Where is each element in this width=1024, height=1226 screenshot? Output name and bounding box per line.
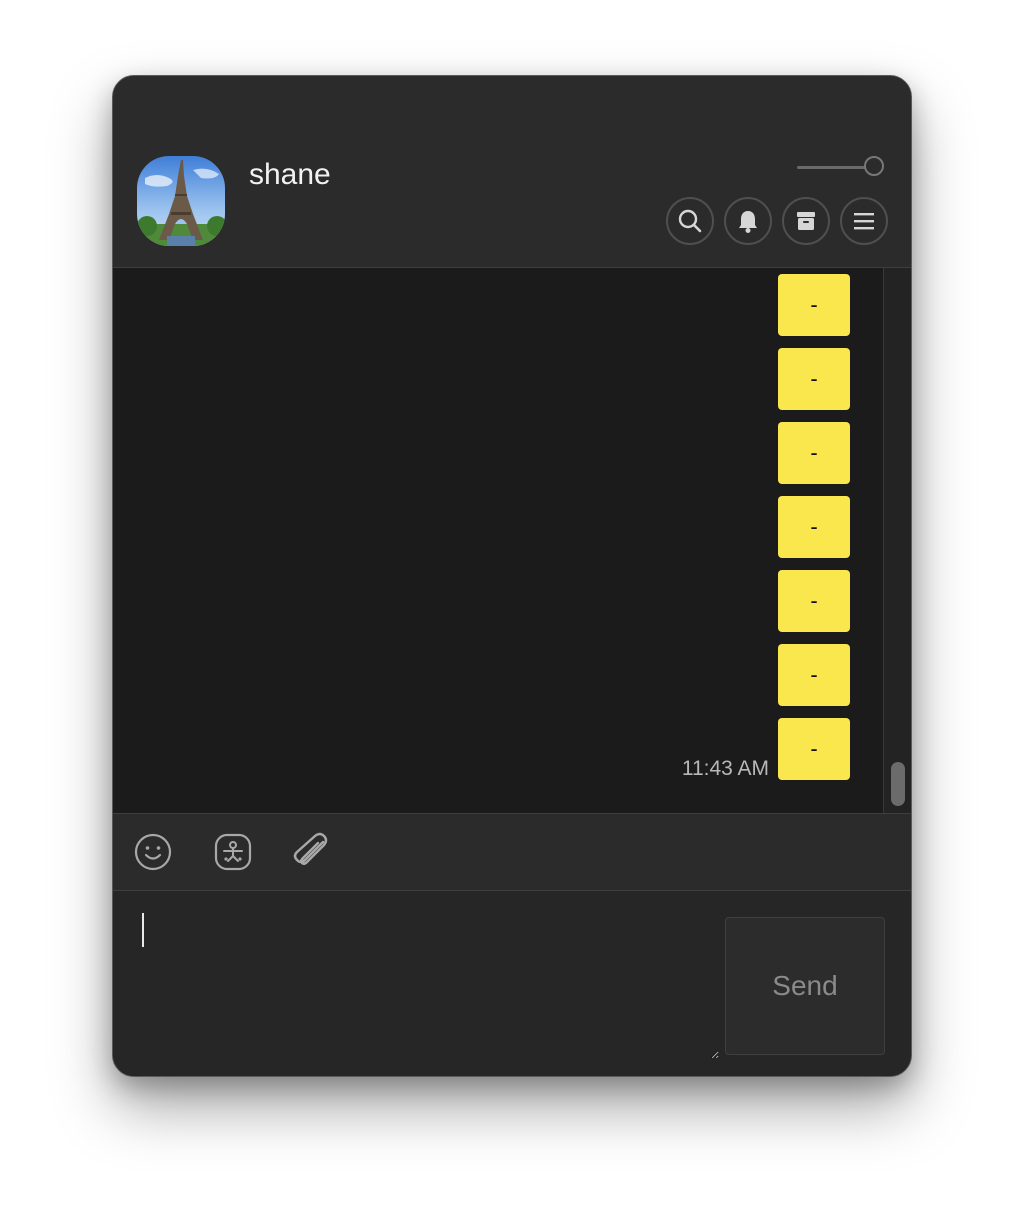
emoji-button[interactable] — [133, 832, 173, 872]
scrollbar-thumb[interactable] — [891, 762, 905, 806]
menu-button[interactable] — [840, 197, 888, 245]
message-bubble[interactable]: - — [778, 644, 850, 706]
message-bubble[interactable]: - — [778, 570, 850, 632]
attach-button[interactable] — [291, 832, 331, 872]
message-input[interactable] — [135, 905, 719, 1059]
emoji-icon — [134, 833, 172, 871]
sticker-icon — [214, 833, 252, 871]
bell-icon — [739, 211, 757, 233]
message-bubble[interactable]: - — [778, 348, 850, 410]
message-list[interactable]: - - - - - - - — [113, 268, 883, 813]
text-cursor — [142, 913, 144, 947]
notifications-button[interactable] — [724, 197, 772, 245]
paperclip-icon — [293, 832, 328, 865]
message-bubble[interactable]: - — [778, 274, 850, 336]
avatar[interactable] — [137, 156, 225, 246]
chat-scrollbar[interactable] — [883, 268, 911, 813]
zoom-slider-thumb[interactable] — [864, 156, 884, 176]
zoom-slider-track[interactable] — [797, 166, 867, 169]
message-bubble[interactable]: - — [778, 718, 850, 780]
sticker-button[interactable] — [213, 832, 253, 872]
message-bubble[interactable]: - — [778, 422, 850, 484]
compose-area: Send — [113, 891, 911, 1076]
compose-toolbar — [113, 813, 911, 891]
search-button[interactable] — [666, 197, 714, 245]
message-bubble[interactable]: - — [778, 496, 850, 558]
chat-header: shane — [113, 76, 911, 268]
chat-window: shane - - - - - - - 11:43 AM Send — [112, 75, 912, 1077]
archive-button[interactable] — [782, 197, 830, 245]
contact-name: shane — [249, 158, 331, 191]
archive-icon — [797, 212, 815, 230]
send-button[interactable]: Send — [725, 917, 885, 1055]
menu-icon — [854, 213, 874, 230]
message-timestamp: 11:43 AM — [681, 757, 769, 780]
search-icon — [678, 209, 702, 233]
